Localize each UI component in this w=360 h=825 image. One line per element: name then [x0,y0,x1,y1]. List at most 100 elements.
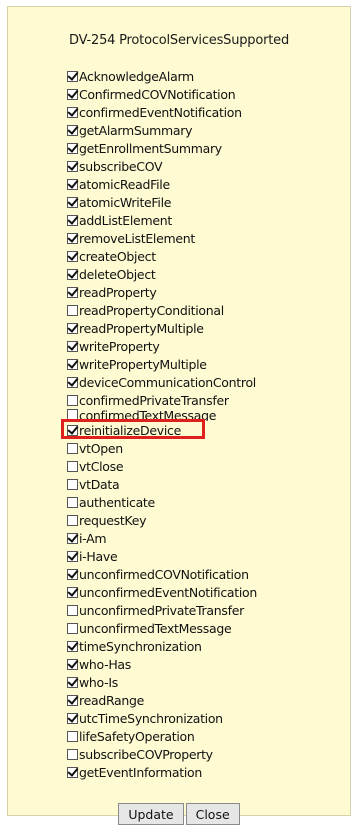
service-label: confirmedPrivateTransfer [79,392,229,408]
service-row[interactable]: subscribeCOVProperty [67,745,337,763]
service-row[interactable]: deviceCommunicationControl [67,373,337,391]
service-row[interactable]: who-Is [67,673,337,691]
service-label: unconfirmedPrivateTransfer [79,602,244,618]
service-label: who-Is [79,674,118,690]
service-checkbox[interactable] [67,232,78,244]
service-row[interactable]: unconfirmedEventNotification [67,583,337,601]
service-row[interactable]: ConfirmedCOVNotification [67,85,337,103]
service-checkbox[interactable] [67,622,78,634]
service-row[interactable]: atomicReadFile [67,175,337,193]
service-checkbox[interactable] [67,124,78,136]
service-label: unconfirmedCOVNotification [79,566,249,582]
service-row[interactable]: vtOpen [67,439,337,457]
service-row[interactable]: subscribeCOV [67,157,337,175]
service-row[interactable]: getAlarmSummary [67,121,337,139]
service-row[interactable]: confirmedTextMessage [67,409,337,421]
service-checkbox[interactable] [67,496,78,508]
service-checkbox[interactable] [67,286,78,298]
service-row[interactable]: getEventInformation [67,763,337,781]
service-checkbox[interactable] [67,766,78,778]
service-row[interactable]: deleteObject [67,265,337,283]
close-button[interactable]: Close [185,803,240,825]
button-bar: Update Close [8,803,350,825]
service-label: createObject [79,248,156,264]
service-checkbox[interactable] [67,178,78,190]
service-checkbox[interactable] [67,568,78,580]
service-row[interactable]: unconfirmedPrivateTransfer [67,601,337,619]
service-checkbox[interactable] [67,268,78,280]
service-row[interactable]: getEnrollmentSummary [67,139,337,157]
service-checkbox[interactable] [67,478,78,490]
service-label: timeSynchronization [79,638,202,654]
update-button[interactable]: Update [118,803,184,825]
service-row[interactable]: confirmedEventNotification [67,103,337,121]
service-label: removeListElement [79,230,195,246]
service-checkbox[interactable] [67,322,78,334]
service-label: unconfirmedTextMessage [79,620,232,636]
service-checkbox[interactable] [67,142,78,154]
service-checkbox[interactable] [67,376,78,388]
service-row[interactable]: writeProperty [67,337,337,355]
service-checkbox[interactable] [67,424,78,436]
service-checkbox[interactable] [67,658,78,670]
service-row[interactable]: i-Am [67,529,337,547]
service-row[interactable]: unconfirmedCOVNotification [67,565,337,583]
services-checkbox-list: AcknowledgeAlarm ConfirmedCOVNotification… [61,67,337,781]
service-row[interactable]: unconfirmedTextMessage [67,619,337,637]
service-checkbox[interactable] [67,196,78,208]
service-row[interactable]: vtData [67,475,337,493]
service-checkbox[interactable] [67,604,78,616]
service-checkbox[interactable] [67,394,78,406]
service-label: vtData [79,476,120,492]
service-label: getEventInformation [79,764,202,780]
service-checkbox[interactable] [67,586,78,598]
service-row[interactable]: confirmedPrivateTransfer [67,391,337,409]
service-checkbox[interactable] [67,214,78,226]
service-checkbox[interactable] [67,70,78,82]
service-checkbox[interactable] [67,409,78,420]
service-row[interactable]: requestKey [67,511,337,529]
service-row[interactable]: utcTimeSynchronization [67,709,337,727]
service-row[interactable]: readPropertyMultiple [67,319,337,337]
service-checkbox[interactable] [67,340,78,352]
service-label: getEnrollmentSummary [79,140,222,156]
service-row[interactable]: atomicWriteFile [67,193,337,211]
service-row[interactable]: removeListElement [67,229,337,247]
service-row[interactable]: readRange [67,691,337,709]
service-row[interactable]: lifeSafetyOperation [67,727,337,745]
service-checkbox[interactable] [67,250,78,262]
service-label: deleteObject [79,266,156,282]
service-checkbox[interactable] [67,730,78,742]
service-row[interactable]: who-Has [67,655,337,673]
service-checkbox[interactable] [67,358,78,370]
service-label: addListElement [79,212,172,228]
service-checkbox[interactable] [67,460,78,472]
service-checkbox[interactable] [67,514,78,526]
service-row[interactable]: authenticate [67,493,337,511]
service-row[interactable]: readPropertyConditional [67,301,337,319]
service-row[interactable]: i-Have [67,547,337,565]
service-checkbox[interactable] [67,712,78,724]
service-checkbox[interactable] [67,694,78,706]
service-row[interactable]: timeSynchronization [67,637,337,655]
service-checkbox[interactable] [67,640,78,652]
service-checkbox[interactable] [67,532,78,544]
service-label: deviceCommunicationControl [79,374,256,390]
service-label: utcTimeSynchronization [79,710,223,726]
service-row[interactable]: vtClose [67,457,337,475]
service-row[interactable]: AcknowledgeAlarm [67,67,337,85]
service-checkbox[interactable] [67,88,78,100]
service-checkbox[interactable] [67,550,78,562]
service-checkbox[interactable] [67,676,78,688]
service-label: subscribeCOV [79,158,163,174]
service-row[interactable]: createObject [67,247,337,265]
service-row[interactable]: writePropertyMultiple [67,355,337,373]
service-checkbox[interactable] [67,442,78,454]
service-checkbox[interactable] [67,748,78,760]
service-checkbox[interactable] [67,160,78,172]
service-row[interactable]: reinitializeDevice [61,419,337,439]
service-row[interactable]: readProperty [67,283,337,301]
service-checkbox[interactable] [67,106,78,118]
service-row[interactable]: addListElement [67,211,337,229]
service-checkbox[interactable] [67,304,78,316]
